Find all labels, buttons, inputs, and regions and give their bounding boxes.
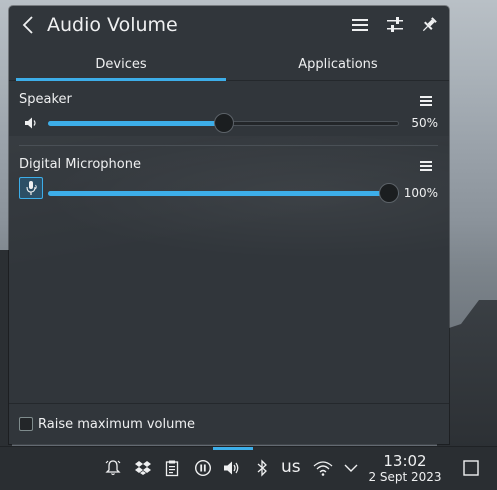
microphone-volume-slider[interactable] — [48, 183, 399, 203]
volume-icon — [224, 461, 239, 475]
footer-separator — [9, 403, 449, 404]
expand-tray-icon — [344, 464, 358, 472]
tab-devices[interactable]: Devices — [16, 48, 226, 80]
dropbox-icon — [135, 461, 151, 475]
notifications-button[interactable] — [103, 458, 123, 478]
clock-date: 2 Sept 2023 — [368, 470, 442, 484]
chevron-left-icon — [22, 16, 33, 34]
volume-percent-label: 50% — [411, 116, 438, 130]
tab-bar: Devices Applications — [9, 48, 449, 81]
show-desktop-icon — [463, 460, 479, 476]
hamburger-menu-icon — [420, 96, 432, 106]
speaker-volume-slider[interactable] — [48, 113, 399, 133]
active-tab-indicator — [16, 78, 226, 81]
taskbar-panel: us 13:02 2 Sept 2023 — [0, 446, 497, 490]
hamburger-menu-icon — [420, 161, 432, 171]
device-separator — [19, 145, 438, 146]
device-name: Speaker — [19, 92, 72, 107]
expand-tray-button[interactable] — [341, 458, 361, 478]
slider-handle[interactable] — [214, 113, 234, 133]
volume-percent-label: 100% — [403, 186, 438, 200]
digital-clock[interactable]: 13:02 2 Sept 2023 — [364, 453, 446, 485]
slider-handle[interactable] — [379, 183, 399, 203]
clipboard-button[interactable] — [162, 458, 182, 478]
device-menu-button[interactable] — [417, 158, 435, 174]
keyboard-layout-indicator[interactable]: us — [281, 457, 301, 477]
tab-applications[interactable]: Applications — [228, 48, 448, 80]
popup-header: Audio Volume — [9, 6, 449, 44]
device-name: Digital Microphone — [19, 157, 141, 172]
clipboard-icon — [165, 460, 179, 477]
active-applet-indicator — [213, 447, 253, 450]
microphone-icon — [26, 181, 37, 195]
show-desktop-button[interactable] — [461, 458, 481, 478]
mute-microphone-button[interactable] — [19, 177, 43, 199]
device-menu-button[interactable] — [417, 93, 435, 109]
media-pause-icon — [194, 459, 212, 477]
clock-time: 13:02 — [383, 452, 427, 470]
notification-bell-icon — [105, 460, 121, 476]
back-button[interactable] — [19, 14, 37, 36]
slider-fill — [48, 191, 399, 196]
checkbox-box[interactable] — [19, 417, 33, 431]
audio-volume-popup: Audio Volume Devices Applications Speake… — [9, 6, 449, 444]
mute-speaker-button[interactable] — [19, 112, 43, 134]
network-button[interactable] — [312, 458, 334, 478]
dropbox-button[interactable] — [133, 458, 153, 478]
device-digital-microphone: Digital Microphone 100% — [9, 155, 449, 205]
device-speaker: Speaker 50% — [9, 90, 449, 140]
popup-title: Audio Volume — [47, 14, 178, 36]
slider-fill — [48, 121, 224, 126]
hamburger-menu-icon — [352, 19, 368, 31]
speaker-icon — [25, 117, 36, 129]
configure-sliders-icon — [387, 17, 403, 32]
network-wifi-icon — [313, 461, 333, 476]
configure-button[interactable] — [384, 14, 406, 36]
pin-icon — [422, 17, 437, 32]
menu-button[interactable] — [349, 14, 371, 36]
pin-button[interactable] — [418, 14, 440, 36]
audio-volume-tray-button[interactable] — [222, 458, 242, 478]
raise-maximum-volume-checkbox[interactable]: Raise maximum volume — [19, 414, 195, 434]
raise-maximum-volume-label: Raise maximum volume — [38, 416, 196, 432]
bluetooth-button[interactable] — [252, 458, 272, 478]
bluetooth-icon — [257, 459, 267, 477]
media-player-button[interactable] — [193, 458, 213, 478]
